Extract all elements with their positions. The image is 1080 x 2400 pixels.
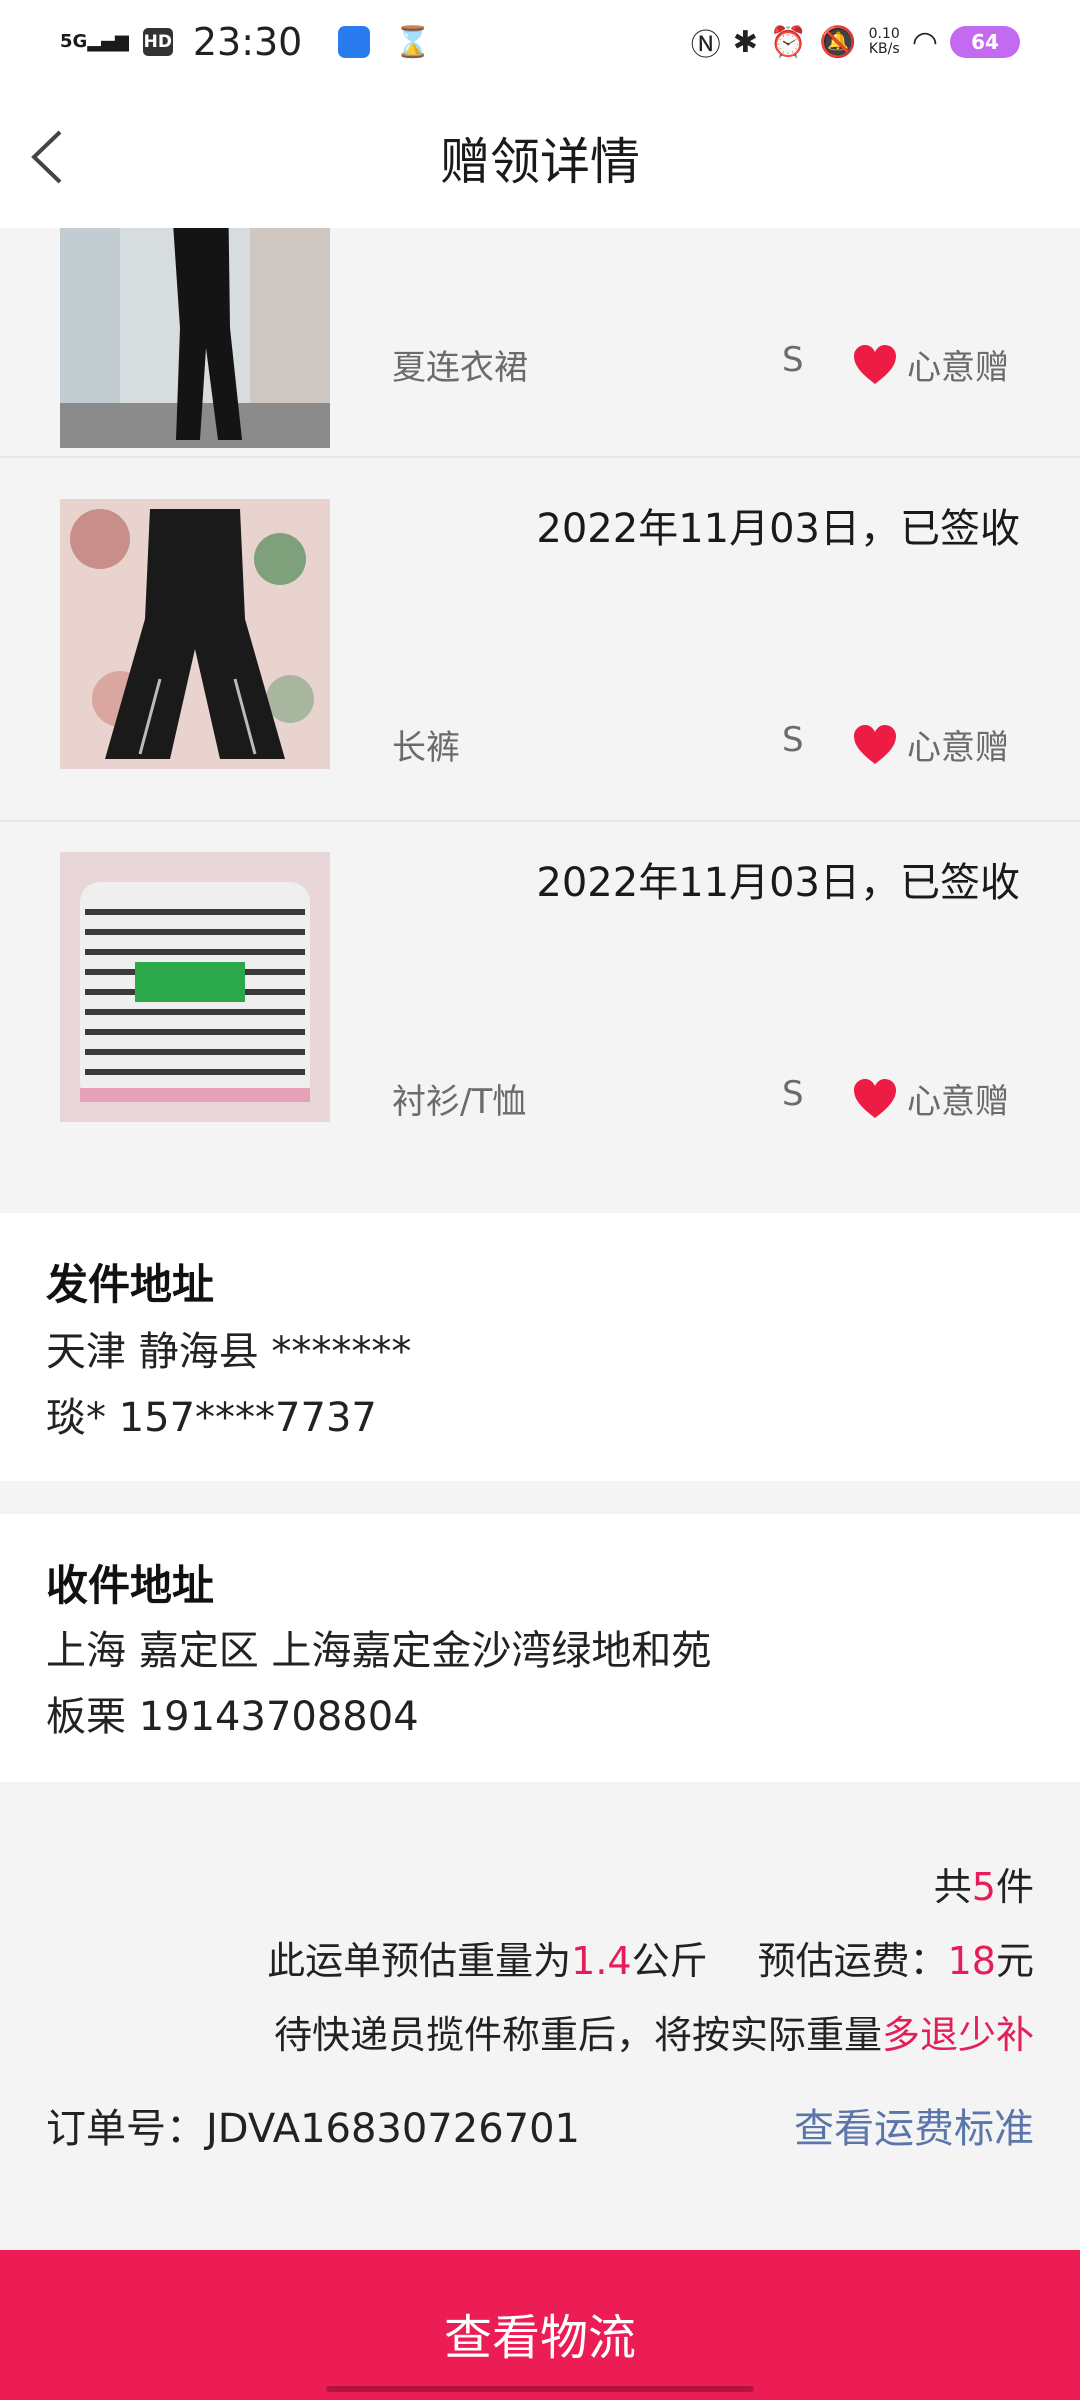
signal-icon: 5G▂▄▆	[60, 31, 129, 52]
wifi-icon: ◠	[911, 24, 938, 60]
view-logistics-button[interactable]: 查看物流	[0, 2250, 1080, 2400]
mute-icon: 🔕	[819, 24, 857, 60]
list-item[interactable]: 2022年11月03日，已签收 长裤 S 心意赠	[0, 468, 1080, 822]
fee-label: 预估运费：	[757, 1939, 948, 1983]
hd-icon: HD	[142, 28, 173, 56]
heart-icon	[854, 345, 896, 384]
item-size: S	[782, 340, 804, 380]
donation-item-list: 夏连衣裙 S 心意赠 2022年11月03日，已签收 长裤 S 心意赠 2022…	[0, 228, 1080, 1213]
receiver-address-title: 收件地址	[46, 1561, 215, 1610]
list-item[interactable]: 2022年11月03日，已签收 衬衫/T恤 S 心意赠	[0, 822, 1080, 1213]
view-logistics-label: 查看物流	[443, 2310, 636, 2366]
item-count-prefix: 共	[933, 1865, 972, 1909]
battery-indicator: 64	[950, 26, 1020, 58]
speed-value: 0.10	[868, 26, 900, 42]
item-thumbnail	[60, 852, 330, 1122]
item-thumbnail	[60, 499, 330, 769]
item-category: 衬衫/T恤	[392, 1082, 527, 1122]
fee-value: 18	[947, 1939, 996, 1983]
receiver-contact: 板栗 19143708804	[46, 1694, 419, 1740]
weigh-note: 待快递员揽件称重后，将按实际重量多退少补	[274, 2004, 1034, 2059]
item-count-suffix: 件	[995, 1865, 1034, 1909]
item-category: 长裤	[392, 728, 460, 768]
heart-icon	[854, 1079, 896, 1118]
hourglass-icon: ⌛	[394, 24, 432, 60]
order-label: 订单号：	[46, 2106, 206, 2152]
shipping-summary: 共5件 此运单预估重量为1.4公斤 预估运费：18元 待快递员揽件称重后，将按实际…	[0, 1782, 1080, 2250]
sender-address-card: 发件地址 天津 静海县 ******* 琰* 157****7737	[0, 1213, 1080, 1481]
item-date: 2022年11月03日，已签收	[536, 860, 1020, 906]
heart-icon	[854, 725, 896, 764]
app-notification-icon	[338, 26, 371, 58]
sender-address-title: 发件地址	[46, 1260, 215, 1309]
weigh-note-text: 待快递员揽件称重后，将按实际重量	[273, 2013, 882, 2057]
network-type: 5G	[60, 31, 88, 52]
list-item[interactable]: 夏连衣裙 S 心意赠	[0, 228, 1080, 458]
home-indicator[interactable]	[326, 2386, 754, 2392]
status-bar: 5G▂▄▆ HD 23:30 ⌛ Ⓝ ✱ ⏰ 🔕 0.10 KB/s ◠ 64	[0, 0, 1080, 84]
alarm-icon: ⏰	[769, 24, 808, 60]
nav-bar: 赠领详情	[0, 84, 1080, 228]
item-date: 2022年11月03日，已签收	[536, 506, 1020, 552]
item-count-value: 5	[971, 1865, 996, 1909]
item-tag: 心意赠	[907, 348, 1009, 388]
fee-standard-link[interactable]: 查看运费标准	[794, 2096, 1034, 2154]
weight-label: 此运单预估重量为	[267, 1939, 572, 1983]
item-tag: 心意赠	[907, 728, 1009, 768]
item-thumbnail	[60, 228, 330, 448]
sender-contact: 琰* 157****7737	[46, 1395, 377, 1441]
item-size: S	[782, 720, 804, 760]
weigh-note-highlight: 多退少补	[881, 2013, 1034, 2057]
sender-address: 天津 静海县 *******	[46, 1329, 412, 1375]
bluetooth-icon: ✱	[732, 24, 758, 60]
order-number: 订单号：JDVA16830726701	[46, 2096, 580, 2154]
item-category: 夏连衣裙	[392, 348, 528, 388]
item-size: S	[782, 1074, 804, 1114]
speed-unit: KB/s	[868, 41, 900, 57]
clock: 23:30	[192, 20, 303, 64]
network-speed: 0.10 KB/s	[869, 27, 900, 57]
weight-value: 1.4	[571, 1939, 632, 1983]
weight-fee-line: 此运单预估重量为1.4公斤 预估运费：18元	[267, 1930, 1034, 1985]
page-title: 赠领详情	[440, 133, 640, 191]
item-tag: 心意赠	[907, 1082, 1009, 1122]
nfc-icon: Ⓝ	[690, 28, 721, 63]
weight-unit: 公斤	[631, 1939, 708, 1983]
order-value: JDVA16830726701	[206, 2106, 581, 2152]
fee-unit: 元	[995, 1939, 1034, 1983]
item-count: 共5件	[934, 1856, 1034, 1911]
receiver-address-card: 收件地址 上海 嘉定区 上海嘉定金沙湾绿地和苑 板栗 19143708804	[0, 1514, 1080, 1782]
receiver-address: 上海 嘉定区 上海嘉定金沙湾绿地和苑	[46, 1628, 712, 1674]
